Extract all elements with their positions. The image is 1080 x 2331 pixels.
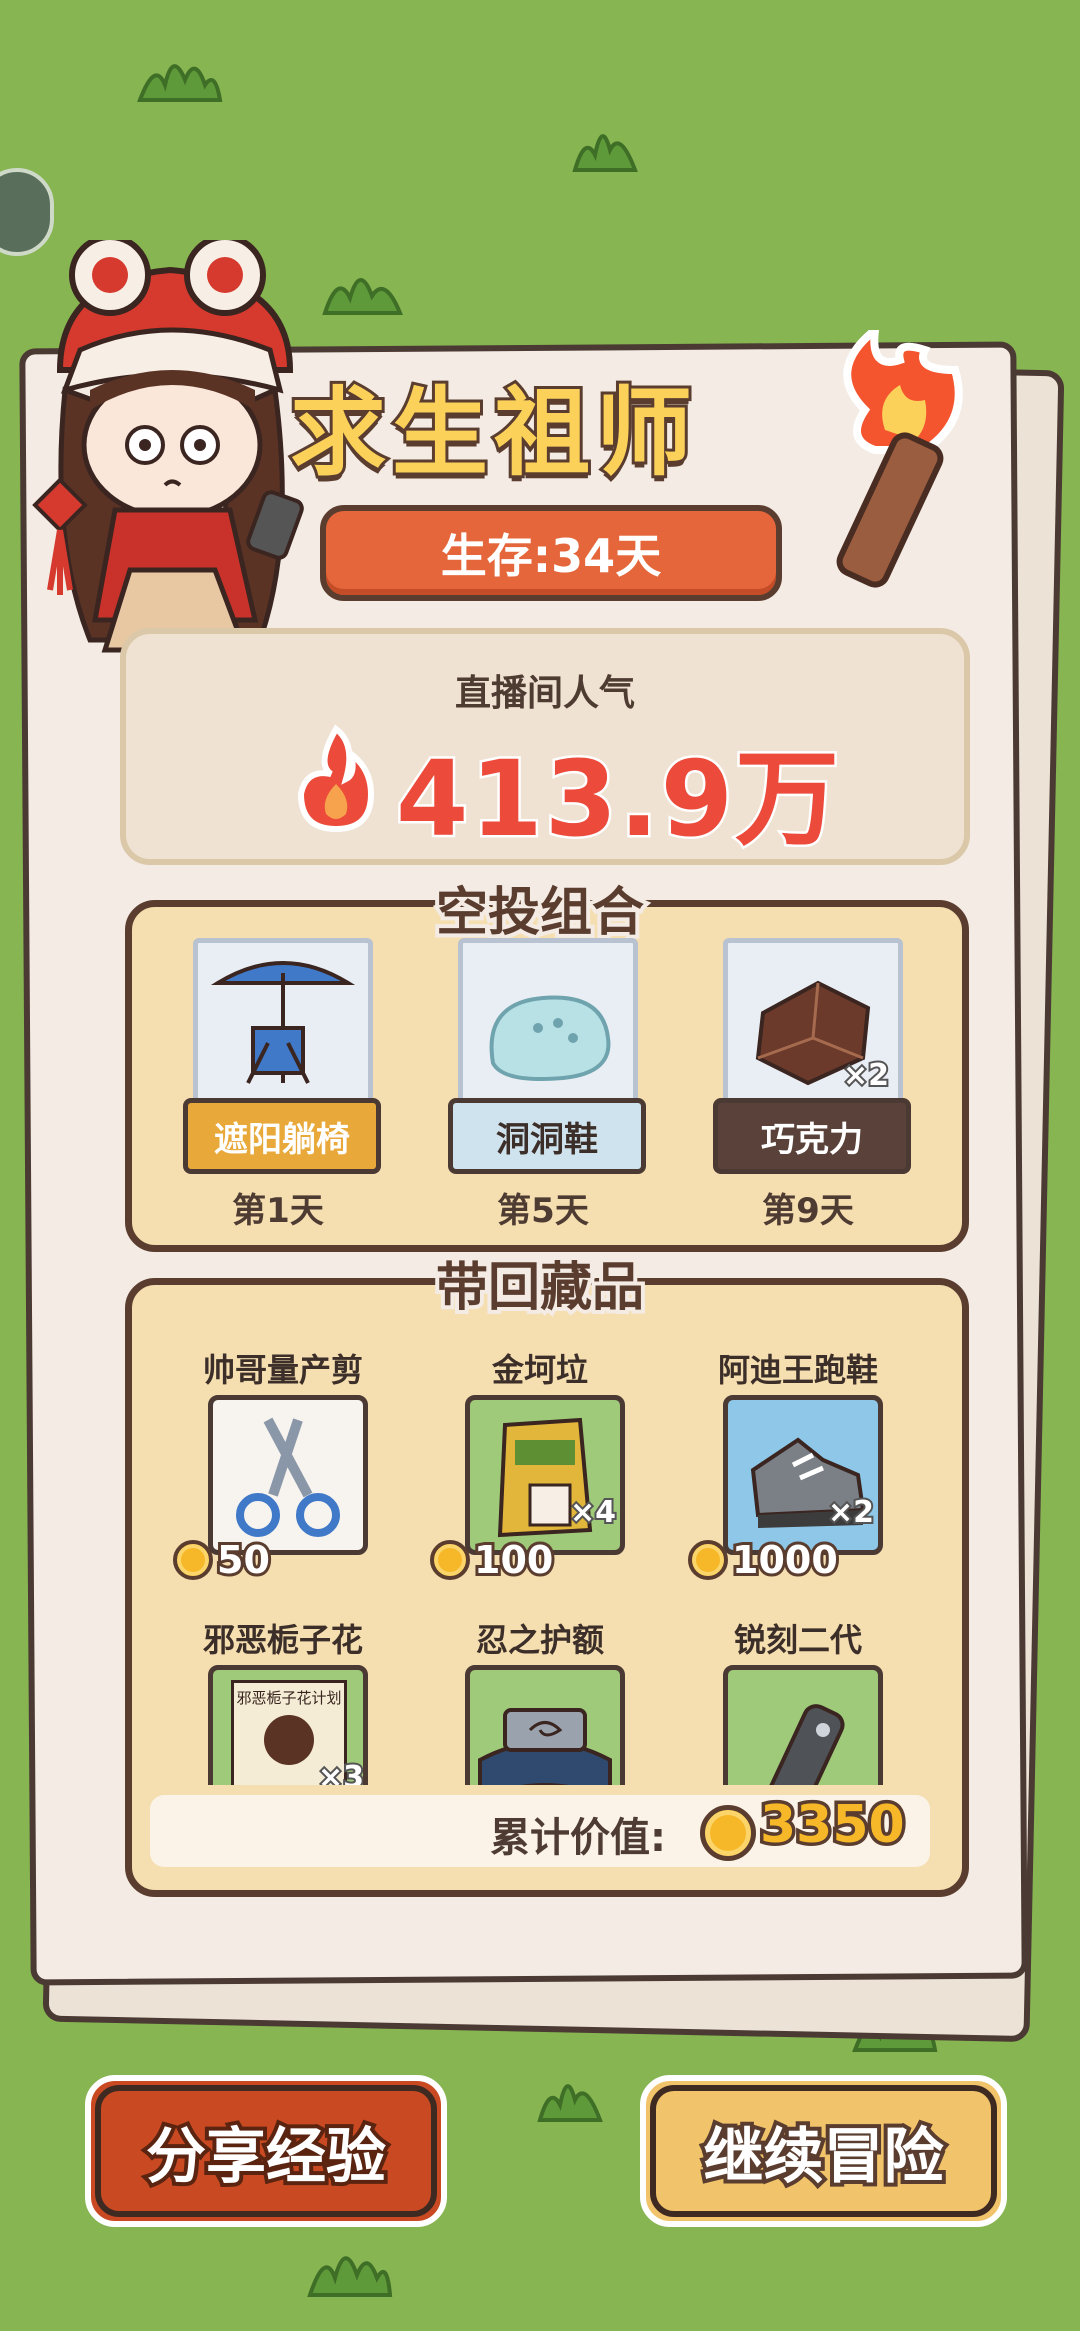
item-frame bbox=[193, 938, 373, 1113]
price-value: 100 bbox=[471, 1535, 556, 1585]
collection-item[interactable]: 帅哥量产剪 50 bbox=[153, 1345, 413, 1595]
popularity-panel: 直播间人气 413.9万 bbox=[120, 628, 970, 865]
character-avatar bbox=[20, 234, 320, 664]
page-title: 求生祖师 bbox=[287, 374, 698, 492]
collection-title: 带回藏品 bbox=[432, 1254, 648, 1322]
collection-item-name: 阿迪王跑鞋 bbox=[717, 1351, 878, 1389]
item-frame bbox=[723, 1665, 883, 1785]
item-frame bbox=[208, 1395, 368, 1555]
continue-adventure-button[interactable]: 继续冒险 bbox=[640, 2075, 1007, 2227]
collection-item-price: 50 bbox=[173, 1535, 273, 1585]
item-quantity: ×2 bbox=[841, 1056, 891, 1095]
grass-decoration bbox=[570, 115, 640, 175]
collection-item-price: 100 bbox=[430, 1535, 556, 1585]
total-value-amount: 3350 bbox=[757, 1792, 909, 1859]
airdrop-item[interactable]: 遮阳躺椅 第1天 bbox=[183, 938, 383, 1238]
collection-item-name: 锐刻二代 bbox=[733, 1621, 862, 1659]
popularity-label: 直播间人气 bbox=[454, 673, 635, 714]
collection-item-name: 金坷垃 bbox=[491, 1351, 588, 1389]
grass-decoration bbox=[535, 2065, 605, 2125]
headband-icon bbox=[478, 1708, 612, 1785]
airdrop-item-day: 第9天 bbox=[762, 1191, 854, 1231]
scissors-icon bbox=[236, 1417, 340, 1537]
grass-decoration bbox=[320, 258, 405, 318]
grass-decoration bbox=[135, 50, 225, 105]
collection-grid[interactable]: 帅哥量产剪 50 金坷垃 ×4 100 阿迪王跑鞋 ×2 1000 邪恶栀子花 … bbox=[138, 1325, 942, 1785]
share-button-label: 分享经验 bbox=[142, 2118, 390, 2196]
collection-item-name: 忍之护额 bbox=[475, 1621, 604, 1659]
airdrop-item-name: 洞洞鞋 bbox=[448, 1098, 646, 1174]
e-cigarette-icon bbox=[761, 1704, 845, 1785]
item-quantity: ×3 bbox=[316, 1758, 365, 1785]
airdrop-item-day: 第5天 bbox=[497, 1191, 589, 1231]
collection-item-name: 邪恶栀子花 bbox=[202, 1621, 363, 1659]
item-frame: ×4 bbox=[465, 1395, 625, 1555]
popularity-value: 413.9万 bbox=[394, 736, 842, 863]
grass-decoration bbox=[305, 2240, 395, 2300]
share-experience-button[interactable]: 分享经验 bbox=[85, 2075, 447, 2227]
item-quantity: ×2 bbox=[826, 1493, 876, 1532]
flame-icon bbox=[286, 724, 386, 838]
clog-shoes-icon bbox=[489, 995, 611, 1081]
item-frame: ×2 bbox=[723, 1395, 883, 1555]
torch-icon bbox=[805, 320, 975, 594]
coin-icon bbox=[688, 1540, 728, 1580]
survival-days-badge: 生存:34天 bbox=[320, 505, 782, 601]
collection-item[interactable]: 忍之护额 bbox=[410, 1615, 670, 1785]
collection-item[interactable]: 金坷垃 ×4 100 bbox=[410, 1345, 670, 1595]
collection-item[interactable]: 阿迪王跑鞋 ×2 1000 bbox=[668, 1345, 928, 1595]
item-frame: ×2 bbox=[723, 938, 903, 1113]
airdrop-item-name: 遮阳躺椅 bbox=[183, 1098, 381, 1174]
item-frame bbox=[458, 938, 638, 1113]
airdrop-item-name: 巧克力 bbox=[713, 1098, 911, 1174]
collection-item-name: 帅哥量产剪 bbox=[202, 1351, 363, 1389]
airdrop-item[interactable]: 洞洞鞋 第5天 bbox=[448, 938, 648, 1238]
collection-item[interactable]: 邪恶栀子花 邪恶栀子花计划 ×3 bbox=[153, 1615, 413, 1785]
airdrop-item-day: 第1天 bbox=[232, 1191, 324, 1231]
coin-icon bbox=[430, 1540, 470, 1580]
collection-item[interactable]: 锐刻二代 bbox=[668, 1615, 928, 1785]
coin-icon bbox=[700, 1805, 756, 1861]
coin-icon bbox=[173, 1540, 213, 1580]
item-frame: 邪恶栀子花计划 ×3 bbox=[208, 1665, 368, 1785]
price-value: 50 bbox=[214, 1535, 273, 1585]
item-frame bbox=[465, 1665, 625, 1785]
continue-button-label: 继续冒险 bbox=[700, 2118, 948, 2196]
item-quantity: ×4 bbox=[568, 1493, 618, 1532]
poster-text: 邪恶栀子花计划 bbox=[236, 1689, 342, 1707]
collection-item-price: 1000 bbox=[688, 1535, 841, 1585]
airdrop-title: 空投组合 bbox=[432, 879, 648, 947]
total-value-label: 累计价值: bbox=[490, 1815, 666, 1861]
airdrop-item[interactable]: ×2 巧克力 第9天 bbox=[713, 938, 913, 1238]
price-value: 1000 bbox=[729, 1535, 841, 1585]
portrait-icon bbox=[264, 1715, 314, 1765]
beach-chair-icon bbox=[210, 961, 356, 1084]
